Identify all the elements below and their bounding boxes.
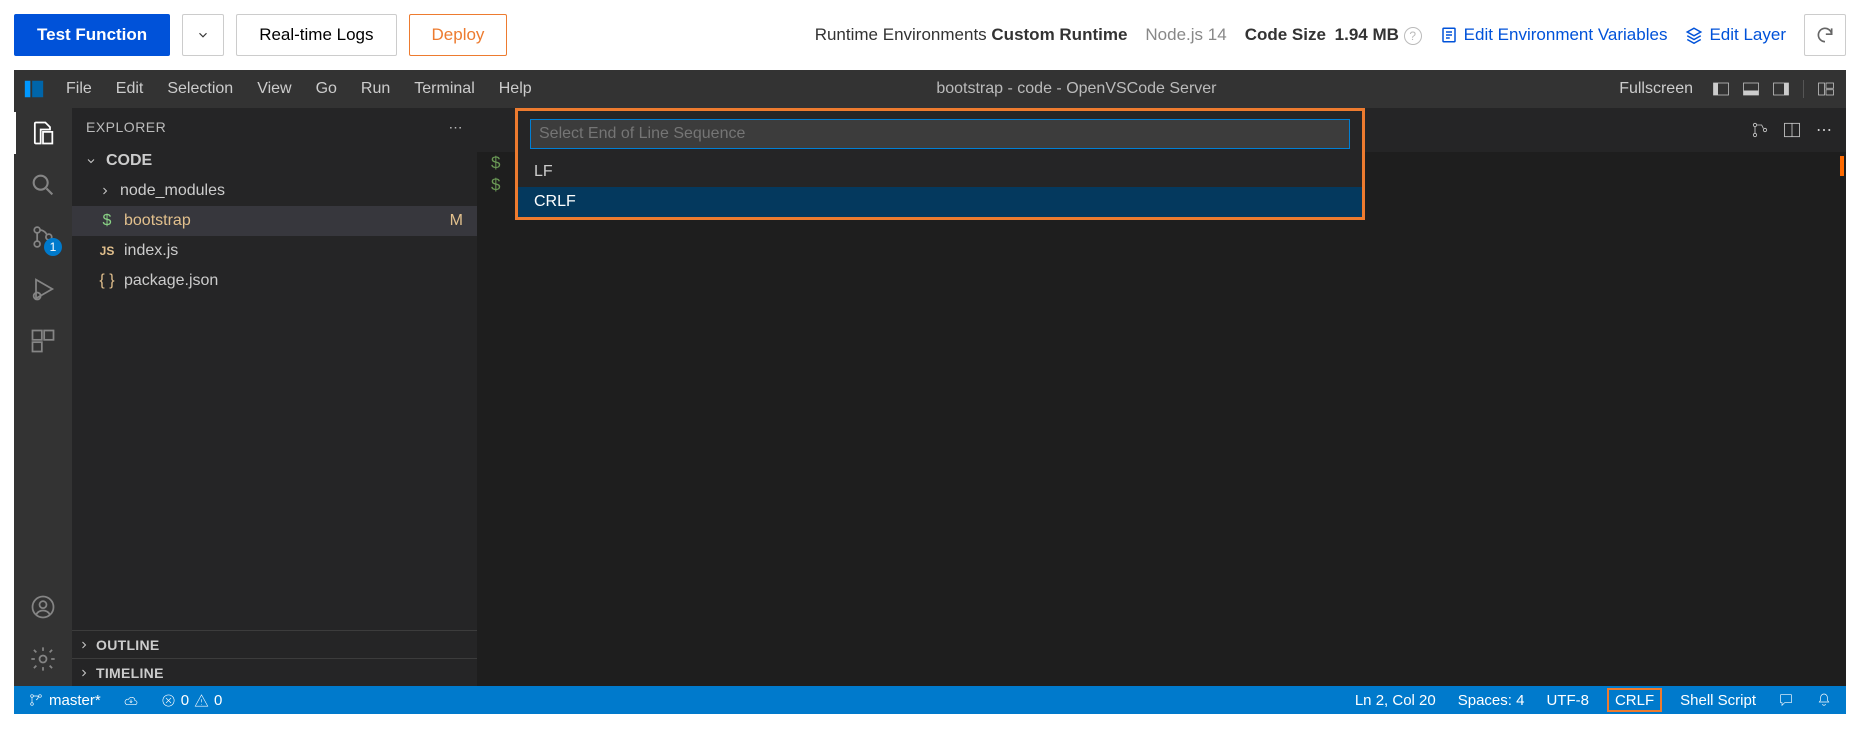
source-control-icon[interactable]: 1 bbox=[26, 220, 60, 254]
gutter-marker: $ bbox=[491, 153, 507, 173]
menu-terminal[interactable]: Terminal bbox=[402, 70, 486, 108]
runtime-env-label: Runtime Environments Custom Runtime bbox=[815, 25, 1128, 45]
tree-folder-node-modules[interactable]: node_modules bbox=[72, 176, 477, 206]
realtime-logs-button[interactable]: Real-time Logs bbox=[236, 14, 396, 56]
note-icon bbox=[1440, 26, 1458, 44]
tree-item-label: index.js bbox=[124, 242, 178, 260]
timeline-section[interactable]: TIMELINE bbox=[72, 658, 477, 686]
deploy-button[interactable]: Deploy bbox=[409, 14, 508, 56]
tree-file-package-json[interactable]: { } package.json bbox=[72, 266, 477, 296]
menu-file[interactable]: File bbox=[54, 70, 104, 108]
vscode-logo-icon bbox=[14, 70, 54, 108]
window-title: bootstrap - code - OpenVSCode Server bbox=[544, 80, 1610, 98]
explorer-more-icon[interactable]: ⋯ bbox=[449, 119, 464, 136]
outline-section[interactable]: OUTLINE bbox=[72, 630, 477, 658]
git-branch-icon bbox=[28, 692, 44, 708]
editor-more-icon[interactable]: ⋯ bbox=[1812, 118, 1836, 142]
layers-icon bbox=[1685, 26, 1703, 44]
status-bell-icon[interactable] bbox=[1812, 686, 1836, 714]
explorer-title: EXPLORER bbox=[86, 119, 166, 135]
help-icon[interactable]: ? bbox=[1404, 27, 1422, 45]
editor-area: ⋯ $ 1 #!/bin/bash $ 2 node /code/index.j… bbox=[477, 108, 1846, 686]
layout-sidebar-right-icon[interactable] bbox=[1769, 77, 1793, 101]
refresh-button[interactable] bbox=[1804, 14, 1846, 56]
warning-icon bbox=[194, 693, 209, 708]
top-right-info: Runtime Environments Custom Runtime Node… bbox=[815, 14, 1846, 56]
tree-item-label: bootstrap bbox=[124, 212, 191, 230]
menu-view[interactable]: View bbox=[245, 70, 303, 108]
compare-changes-icon[interactable] bbox=[1748, 118, 1772, 142]
chevron-right-icon bbox=[78, 667, 90, 679]
activity-bar: 1 bbox=[14, 108, 72, 686]
test-function-button[interactable]: Test Function bbox=[14, 14, 170, 56]
js-file-icon: JS bbox=[96, 244, 118, 258]
status-sync[interactable] bbox=[119, 686, 143, 714]
run-debug-icon[interactable] bbox=[26, 272, 60, 306]
overview-ruler-marker bbox=[1840, 156, 1844, 176]
status-cursor[interactable]: Ln 2, Col 20 bbox=[1351, 686, 1440, 714]
status-branch[interactable]: master* bbox=[24, 686, 105, 714]
edit-env-vars-link[interactable]: Edit Environment Variables bbox=[1440, 25, 1668, 45]
edit-layer-link[interactable]: Edit Layer bbox=[1685, 25, 1786, 45]
shell-file-icon: $ bbox=[96, 212, 118, 230]
chevron-down-icon bbox=[82, 155, 100, 167]
code-size: Code Size 1.94 MB ? bbox=[1245, 25, 1422, 45]
extensions-icon[interactable] bbox=[26, 324, 60, 358]
tree-root[interactable]: CODE bbox=[72, 146, 477, 176]
error-icon bbox=[161, 693, 176, 708]
runtime-version: Node.js 14 bbox=[1145, 25, 1226, 45]
tree-file-index-js[interactable]: JS index.js bbox=[72, 236, 477, 266]
status-eol[interactable]: CRLF bbox=[1607, 688, 1662, 712]
scm-badge: 1 bbox=[44, 238, 62, 256]
cloud-sync-icon bbox=[123, 692, 139, 708]
tree-file-bootstrap[interactable]: $ bootstrap M bbox=[72, 206, 477, 236]
gutter-marker: $ bbox=[491, 175, 507, 195]
fullscreen-button[interactable]: Fullscreen bbox=[1609, 70, 1703, 108]
chevron-down-icon bbox=[196, 28, 210, 42]
top-toolbar: Test Function Real-time Logs Deploy Runt… bbox=[0, 0, 1860, 70]
menu-selection[interactable]: Selection bbox=[155, 70, 245, 108]
customize-layout-icon[interactable] bbox=[1814, 77, 1838, 101]
explorer-sidebar: EXPLORER ⋯ CODE node_modules $ bootstrap… bbox=[72, 108, 477, 686]
status-bar: master* 0 0 Ln 2, Col 20 Spaces: 4 UTF-8… bbox=[14, 686, 1846, 714]
tree-item-label: node_modules bbox=[120, 182, 225, 200]
vscode-menubar: File Edit Selection View Go Run Terminal… bbox=[14, 70, 1846, 108]
status-problems[interactable]: 0 0 bbox=[157, 686, 227, 714]
test-function-dropdown[interactable] bbox=[182, 14, 224, 56]
vscode-frame: File Edit Selection View Go Run Terminal… bbox=[14, 70, 1846, 714]
menu-run[interactable]: Run bbox=[349, 70, 402, 108]
eol-option-crlf[interactable]: CRLF bbox=[518, 187, 1362, 217]
split-editor-icon[interactable] bbox=[1780, 118, 1804, 142]
status-language[interactable]: Shell Script bbox=[1676, 686, 1760, 714]
layout-panel-bottom-icon[interactable] bbox=[1739, 77, 1763, 101]
refresh-icon bbox=[1815, 25, 1835, 45]
quick-input-field[interactable] bbox=[530, 119, 1350, 149]
chevron-right-icon bbox=[96, 185, 114, 197]
search-icon[interactable] bbox=[26, 168, 60, 202]
tree-item-label: package.json bbox=[124, 272, 218, 290]
settings-gear-icon[interactable] bbox=[26, 642, 60, 676]
menu-go[interactable]: Go bbox=[304, 70, 349, 108]
eol-option-lf[interactable]: LF bbox=[518, 157, 1362, 187]
explorer-icon[interactable] bbox=[26, 116, 60, 150]
quick-input-eol: LF CRLF bbox=[515, 108, 1365, 220]
status-indent[interactable]: Spaces: 4 bbox=[1454, 686, 1529, 714]
menu-edit[interactable]: Edit bbox=[104, 70, 156, 108]
layout-sidebar-left-icon[interactable] bbox=[1709, 77, 1733, 101]
accounts-icon[interactable] bbox=[26, 590, 60, 624]
tree-root-label: CODE bbox=[106, 152, 152, 170]
json-file-icon: { } bbox=[96, 272, 118, 290]
runtime-env-value: Custom Runtime bbox=[991, 25, 1127, 44]
menu-help[interactable]: Help bbox=[487, 70, 544, 108]
status-encoding[interactable]: UTF-8 bbox=[1542, 686, 1593, 714]
status-feedback-icon[interactable] bbox=[1774, 686, 1798, 714]
chevron-right-icon bbox=[78, 639, 90, 651]
modified-indicator: M bbox=[450, 212, 463, 230]
